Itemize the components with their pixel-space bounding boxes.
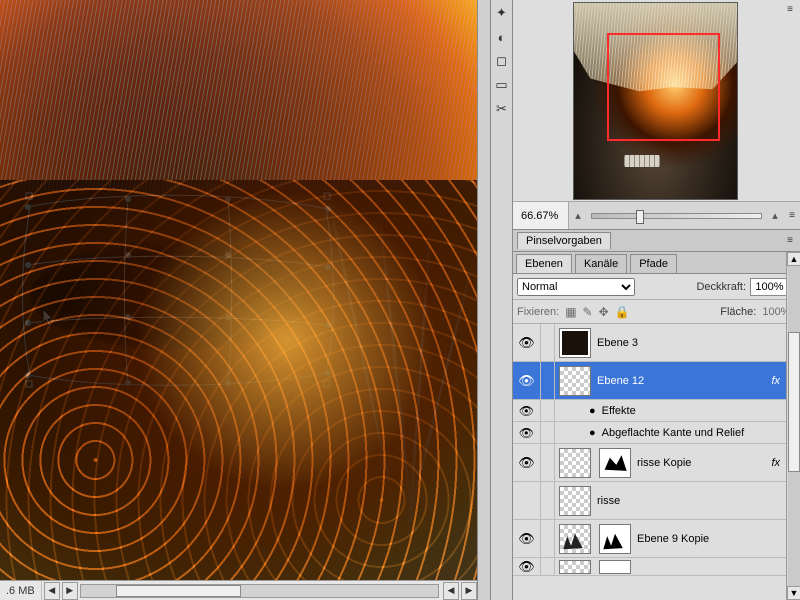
layer-list[interactable]: 👁 Ebene 3 🔒 👁 Ebene 12 fx ▴ 👁 ● Effekte 👁… bbox=[513, 324, 800, 600]
zoom-slider[interactable] bbox=[591, 213, 762, 219]
layer-row[interactable]: 👁 Ebene 9 Kopie bbox=[513, 520, 800, 558]
layer-thumbnail[interactable] bbox=[559, 486, 591, 516]
link-column[interactable] bbox=[541, 362, 555, 399]
layer-row[interactable]: risse bbox=[513, 482, 800, 520]
fx-icon: ● bbox=[589, 427, 596, 439]
blend-mode-select[interactable]: Normal bbox=[517, 278, 635, 296]
brush-presets-panel-collapsed[interactable]: Pinselvorgaben ≡ bbox=[513, 230, 800, 252]
dark-region bbox=[30, 240, 320, 350]
link-column[interactable] bbox=[541, 558, 555, 575]
lock-pixels-icon[interactable]: ✎ bbox=[583, 305, 593, 319]
light-streak bbox=[378, 211, 413, 529]
link-column[interactable] bbox=[541, 520, 555, 557]
layer-effects-header[interactable]: 👁 ● Effekte bbox=[513, 400, 800, 422]
brush-presets-tab[interactable]: Pinselvorgaben bbox=[517, 232, 611, 249]
link-column[interactable] bbox=[541, 324, 555, 361]
file-size-readout: .6 MB bbox=[0, 581, 42, 600]
ruler-icon[interactable]: ▭ bbox=[493, 76, 511, 94]
panel-menu-icon[interactable]: ≡ bbox=[782, 233, 798, 247]
layer-name[interactable]: Ebene 3 bbox=[595, 337, 784, 349]
opacity-value: 100% bbox=[755, 281, 783, 293]
lock-transparency-icon[interactable]: ▦ bbox=[565, 305, 576, 319]
zoom-in-icon[interactable]: ▴ bbox=[766, 209, 784, 222]
zoom-out-icon[interactable]: ▴ bbox=[569, 209, 587, 222]
layers-panel: Ebenen Kanäle Pfade ≡ Normal Deckkraft: … bbox=[513, 252, 800, 600]
layer-thumbnail[interactable] bbox=[559, 524, 591, 554]
layer-name[interactable]: Ebene 9 Kopie bbox=[635, 533, 800, 545]
panel-menu-icon[interactable]: ≡ bbox=[782, 2, 798, 16]
fx-icon: ● bbox=[589, 405, 596, 417]
effects-label: Effekte bbox=[602, 405, 636, 417]
tab-layers[interactable]: Ebenen bbox=[516, 254, 572, 273]
fx-badge[interactable]: fx bbox=[765, 375, 786, 387]
layer-row[interactable]: 👁 risse Kopie fx ▾ bbox=[513, 444, 800, 482]
light-streak bbox=[406, 254, 476, 526]
wrench-icon[interactable]: ✂ bbox=[493, 100, 511, 118]
canvas-horizontal-scrollbar[interactable]: .6 MB ◀ ▶ ◀ ▶ bbox=[0, 580, 477, 600]
layer-name[interactable]: risse Kopie bbox=[635, 457, 765, 469]
tab-channels[interactable]: Kanäle bbox=[575, 254, 627, 273]
layer-name[interactable]: risse bbox=[595, 495, 800, 507]
scroll-thumb[interactable] bbox=[116, 585, 241, 597]
layers-panel-tabs: Ebenen Kanäle Pfade ≡ bbox=[513, 252, 800, 274]
scroll-thumb[interactable] bbox=[788, 332, 800, 472]
layers-blend-row: Normal Deckkraft: 100%▸ bbox=[513, 274, 800, 300]
fill-label: Fläche: bbox=[720, 306, 756, 318]
scroll-right-button[interactable]: ▶ bbox=[62, 582, 78, 600]
scroll-down-button[interactable]: ▼ bbox=[787, 586, 800, 600]
scroll-right-end-button[interactable]: ▶ bbox=[461, 582, 477, 600]
light-streak bbox=[407, 230, 431, 549]
lock-position-icon[interactable]: ✥ bbox=[599, 305, 609, 319]
tab-paths[interactable]: Pfade bbox=[630, 254, 677, 273]
visibility-toggle-icon[interactable]: 👁 bbox=[513, 400, 541, 421]
brush-alt-icon[interactable]: ✦ bbox=[493, 4, 511, 22]
layer-mask-thumbnail[interactable] bbox=[599, 560, 631, 574]
layer-row[interactable]: 👁 Ebene 12 fx ▴ bbox=[513, 362, 800, 400]
document-canvas[interactable] bbox=[0, 0, 477, 580]
visibility-toggle-icon[interactable] bbox=[513, 482, 541, 519]
layer-effect-bevel[interactable]: 👁 ● Abgeflachte Kante und Relief bbox=[513, 422, 800, 444]
zoom-readout[interactable]: 66.67% bbox=[513, 202, 569, 229]
layers-lock-row: Fixieren: ▦ ✎ ✥ 🔒 Fläche: 100%▸ bbox=[513, 300, 800, 324]
layer-thumbnail[interactable] bbox=[559, 448, 591, 478]
warp-transform-grid[interactable] bbox=[28, 195, 328, 385]
layer-row[interactable]: 👁 bbox=[513, 558, 800, 576]
layer-mask-thumbnail[interactable] bbox=[599, 448, 631, 478]
visibility-toggle-icon[interactable]: 👁 bbox=[513, 362, 541, 399]
cursor-icon bbox=[42, 308, 56, 328]
scroll-left-button[interactable]: ◀ bbox=[44, 582, 60, 600]
layer-thumbnail[interactable] bbox=[559, 328, 591, 358]
layers-vertical-scrollbar[interactable]: ▲ ▼ bbox=[786, 252, 800, 600]
bevel-label: Abgeflachte Kante und Relief bbox=[602, 427, 745, 439]
light-streak bbox=[327, 193, 395, 506]
zoom-slider-knob[interactable] bbox=[636, 210, 644, 224]
lock-all-icon[interactable]: 🔒 bbox=[615, 305, 630, 319]
droplet-icon[interactable]: ◐ bbox=[493, 28, 511, 46]
fx-badge[interactable]: fx bbox=[765, 457, 786, 469]
visibility-toggle-icon[interactable]: 👁 bbox=[513, 558, 541, 575]
lock-label: Fixieren: bbox=[517, 306, 559, 318]
nav-image-teeth bbox=[624, 155, 660, 167]
navigator-panel: ≡ 66.67% ▴ ▴ ≡ bbox=[513, 0, 800, 230]
visibility-toggle-icon[interactable]: 👁 bbox=[513, 324, 541, 361]
layer-mask-thumbnail[interactable] bbox=[599, 524, 631, 554]
navigator-viewport-rect[interactable] bbox=[607, 33, 720, 141]
layer-row[interactable]: 👁 Ebene 3 🔒 bbox=[513, 324, 800, 362]
link-column[interactable] bbox=[541, 444, 555, 481]
opacity-label: Deckkraft: bbox=[696, 281, 746, 293]
scroll-up-button[interactable]: ▲ bbox=[787, 252, 800, 266]
scroll-track[interactable] bbox=[80, 584, 439, 598]
nav-footer-menu-icon[interactable]: ≡ bbox=[784, 209, 800, 223]
scroll-left-end-button[interactable]: ◀ bbox=[443, 582, 459, 600]
layer-thumbnail[interactable] bbox=[559, 366, 591, 396]
camera-icon[interactable]: ◻ bbox=[493, 52, 511, 70]
layer-thumbnail[interactable] bbox=[559, 560, 591, 574]
visibility-toggle-icon[interactable]: 👁 bbox=[513, 444, 541, 481]
visibility-toggle-icon[interactable]: 👁 bbox=[513, 422, 541, 443]
visibility-toggle-icon[interactable]: 👁 bbox=[513, 520, 541, 557]
panel-divider[interactable] bbox=[477, 0, 491, 600]
layer-name[interactable]: Ebene 12 bbox=[595, 375, 765, 387]
link-column[interactable] bbox=[541, 482, 555, 519]
vertical-tool-strip: ✦ ◐ ◻ ▭ ✂ bbox=[491, 0, 513, 600]
